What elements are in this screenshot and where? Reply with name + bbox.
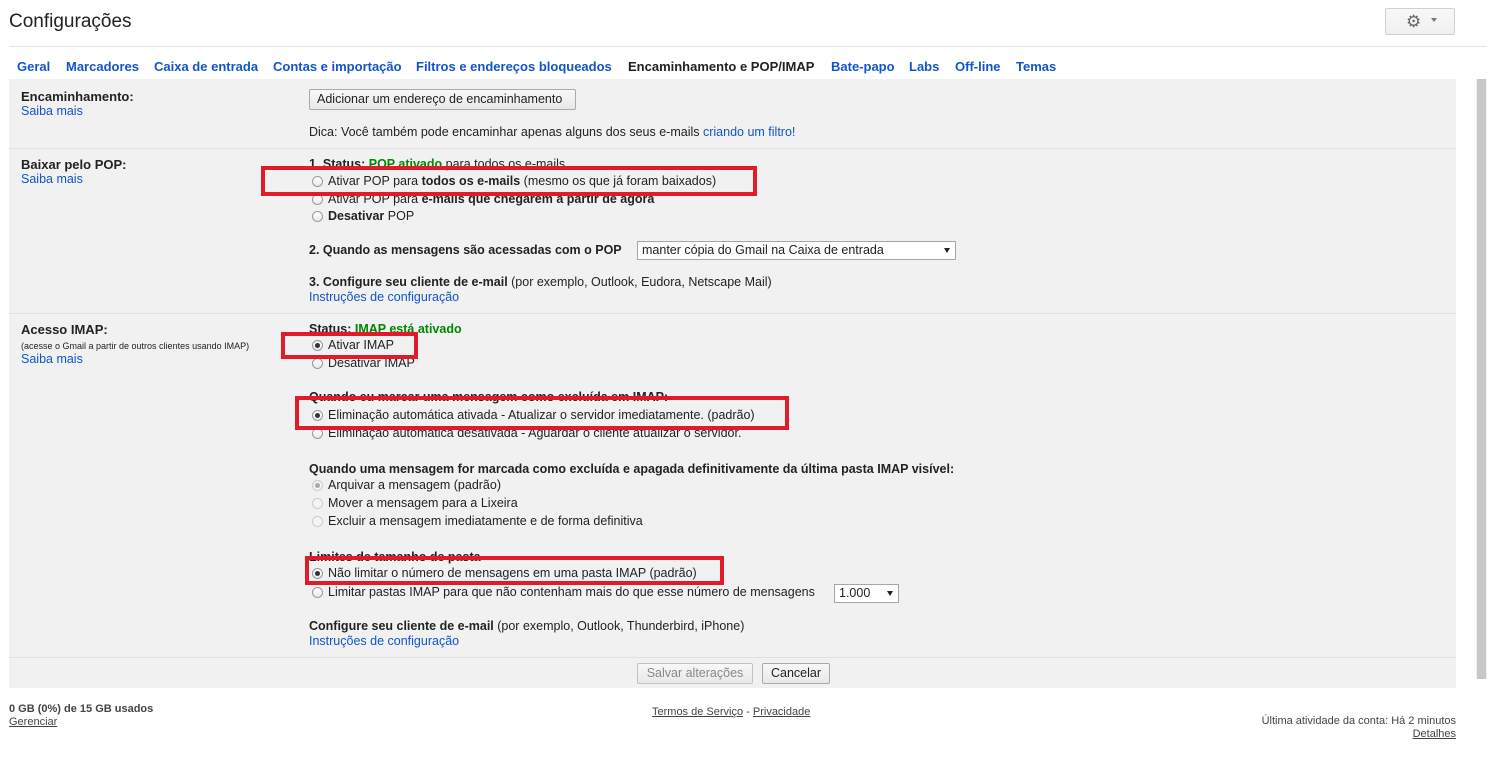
chevron-down-icon	[1431, 18, 1437, 22]
imap-config-text: Configure seu cliente de e-mail (por exe…	[309, 619, 744, 633]
add-forwarding-address-button[interactable]: Adicionar um endereço de encaminhamento	[309, 89, 576, 110]
archive-radio[interactable]	[312, 480, 323, 491]
pop-config-instructions-link[interactable]: Instruções de configuração	[309, 290, 459, 304]
forwarding-label: Encaminhamento:	[21, 89, 134, 104]
forwarding-learn-more-link[interactable]: Saiba mais	[21, 104, 83, 118]
pop-access-select[interactable]: manter cópia do Gmail na Caixa de entrad…	[637, 241, 956, 260]
scrollbar-thumb[interactable]	[1477, 79, 1486, 679]
pop-learn-more-link[interactable]: Saiba mais	[21, 172, 83, 186]
tab-off-line[interactable]: Off-line	[955, 59, 1001, 74]
page-title: Configurações	[9, 11, 132, 32]
archive-label[interactable]: Arquivar a mensagem (padrão)	[328, 478, 501, 492]
tab-labs[interactable]: Labs	[909, 59, 939, 74]
footer-separator: -	[743, 706, 753, 718]
tab-marcadores[interactable]: Marcadores	[66, 59, 139, 74]
imap-config-label: Configure seu cliente de e-mail	[309, 619, 494, 633]
tab-bate-papo[interactable]: Bate-papo	[831, 59, 895, 74]
section-divider	[9, 148, 1456, 149]
cancel-button[interactable]: Cancelar	[762, 663, 830, 684]
tab-encaminhamento-pop-imap[interactable]: Encaminhamento e POP/IMAP	[628, 59, 814, 74]
pop-config-text: 3. Configure seu cliente de e-mail (por …	[309, 275, 772, 289]
highlight-box	[261, 166, 757, 196]
terms-link[interactable]: Termos de Serviço	[652, 706, 743, 718]
trash-label[interactable]: Mover a mensagem para a Lixeira	[328, 496, 518, 510]
pop-disable-label[interactable]: Desativar POP	[328, 209, 414, 223]
pop-label: Baixar pelo POP:	[21, 157, 127, 172]
settings-gear-button[interactable]: ⚙	[1385, 8, 1455, 35]
gear-icon: ⚙	[1406, 12, 1422, 31]
forwarding-tip-text: Dica: Você também pode encaminhar apenas…	[309, 125, 703, 139]
last-activity: Última atividade da conta: Há 2 minutos	[1261, 715, 1456, 727]
section-divider	[9, 313, 1456, 314]
tab-contas-e-importacao[interactable]: Contas e importação	[273, 59, 402, 74]
footer-links: Termos de Serviço - Privacidade	[652, 703, 810, 718]
imap-sublabel: (acesse o Gmail a partir de outros clien…	[21, 341, 250, 351]
forwarding-tip: Dica: Você também pode encaminhar apenas…	[309, 125, 795, 139]
limit-select-value: 1.000	[839, 586, 871, 600]
imap-label: Acesso IMAP:	[21, 322, 108, 337]
imap-disable-radio[interactable]	[312, 358, 323, 369]
limit-label[interactable]: Limitar pastas IMAP para que não contenh…	[328, 585, 815, 599]
tab-geral[interactable]: Geral	[17, 59, 50, 74]
imap-learn-more-link[interactable]: Saiba mais	[21, 352, 83, 366]
tab-filtros[interactable]: Filtros e endereços bloqueados	[416, 59, 612, 74]
save-changes-button[interactable]: Salvar alterações	[637, 663, 753, 684]
pop-disable-radio[interactable]	[312, 211, 323, 222]
privacy-link[interactable]: Privacidade	[753, 706, 810, 718]
imap-expunged-heading: Quando uma mensagem for marcada como exc…	[309, 462, 955, 476]
create-filter-link[interactable]: criando um filtro!	[703, 125, 795, 139]
pop-disable-bold: Desativar	[328, 209, 385, 223]
dropdown-arrow-icon	[944, 248, 950, 253]
highlight-box	[295, 396, 789, 430]
tab-temas[interactable]: Temas	[1016, 59, 1056, 74]
imap-config-instructions-link[interactable]: Instruções de configuração	[309, 634, 459, 648]
imap-config-examples: (por exemplo, Outlook, Thunderbird, iPho…	[493, 619, 745, 633]
limit-radio[interactable]	[312, 587, 323, 598]
tab-caixa-de-entrada[interactable]: Caixa de entrada	[154, 59, 258, 74]
header-divider	[9, 46, 1487, 47]
highlight-box	[305, 556, 724, 585]
pop-disable-suffix: POP	[384, 209, 415, 223]
limit-select[interactable]: 1.000	[834, 584, 899, 603]
section-divider	[9, 657, 1456, 658]
manage-storage-link[interactable]: Gerenciar	[9, 716, 57, 728]
storage-usage: 0 GB (0%) de 15 GB usados	[9, 703, 154, 715]
highlight-box	[281, 332, 418, 359]
delete-forever-label[interactable]: Excluir a mensagem imediatamente e de fo…	[328, 514, 643, 528]
delete-forever-radio[interactable]	[312, 516, 323, 527]
pop-config-examples: (por exemplo, Outlook, Eudora, Netscape …	[507, 275, 772, 289]
pop-access-select-value: manter cópia do Gmail na Caixa de entrad…	[642, 243, 884, 257]
pop-access-label: 2. Quando as mensagens são acessadas com…	[309, 243, 622, 257]
pop-config-label: 3. Configure seu cliente de e-mail	[309, 275, 508, 289]
trash-radio[interactable]	[312, 498, 323, 509]
details-link[interactable]: Detalhes	[1413, 728, 1456, 740]
dropdown-arrow-icon	[887, 591, 893, 596]
